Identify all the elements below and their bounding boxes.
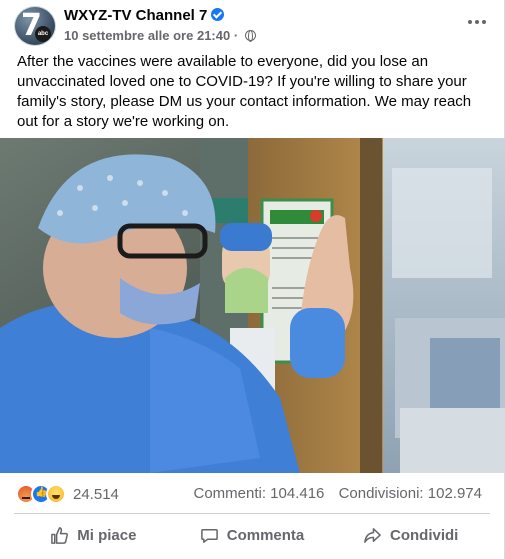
post-header: 7 abc WXYZ-TV Channel 7 10 settembre all… bbox=[14, 6, 494, 46]
reaction-summary[interactable]: 24.514 bbox=[16, 483, 119, 505]
verified-badge-icon bbox=[211, 8, 225, 21]
more-options-icon[interactable] bbox=[464, 12, 490, 32]
engagement-stats: Commenti: 104.416 Condivisioni: 102.974 bbox=[193, 485, 482, 502]
avatar-abc-badge: abc bbox=[35, 26, 51, 42]
comment-button-label: Commenta bbox=[226, 526, 305, 544]
like-button-label: Mi piace bbox=[77, 526, 137, 544]
facebook-post-card: 7 abc WXYZ-TV Channel 7 10 settembre all… bbox=[0, 0, 505, 559]
share-arrow-icon bbox=[364, 527, 381, 543]
page-name-link[interactable]: WXYZ-TV Channel 7 bbox=[64, 7, 225, 24]
haha-reaction-icon bbox=[46, 484, 66, 504]
actions-divider bbox=[14, 513, 490, 514]
page-name-text: WXYZ-TV Channel 7 bbox=[64, 7, 208, 24]
post-action-bar: Mi piace Commenta Condividi bbox=[14, 518, 490, 552]
share-button-label: Condividi bbox=[390, 526, 459, 544]
globe-icon[interactable] bbox=[244, 30, 256, 42]
reactions-count: 24.514 bbox=[73, 485, 119, 503]
post-timestamp[interactable]: 10 settembre alle ore 21:40 bbox=[64, 28, 230, 43]
post-photo-image bbox=[0, 138, 505, 473]
share-button[interactable]: Condividi bbox=[331, 518, 490, 552]
comment-button[interactable]: Commenta bbox=[173, 518, 332, 552]
meta-separator: · bbox=[233, 28, 239, 43]
post-body-text: After the vaccines were available to eve… bbox=[17, 53, 472, 130]
page-avatar[interactable]: 7 abc bbox=[14, 6, 56, 46]
like-button[interactable]: Mi piace bbox=[14, 518, 173, 552]
post-photo[interactable] bbox=[0, 138, 505, 473]
thumbs-up-icon bbox=[51, 526, 69, 544]
post-meta: 10 settembre alle ore 21:40 · bbox=[64, 28, 256, 43]
shares-count-link[interactable]: Condivisioni: 102.974 bbox=[339, 485, 482, 502]
comment-bubble-icon bbox=[200, 528, 218, 543]
comments-count-link[interactable]: Commenti: 104.416 bbox=[193, 485, 324, 502]
